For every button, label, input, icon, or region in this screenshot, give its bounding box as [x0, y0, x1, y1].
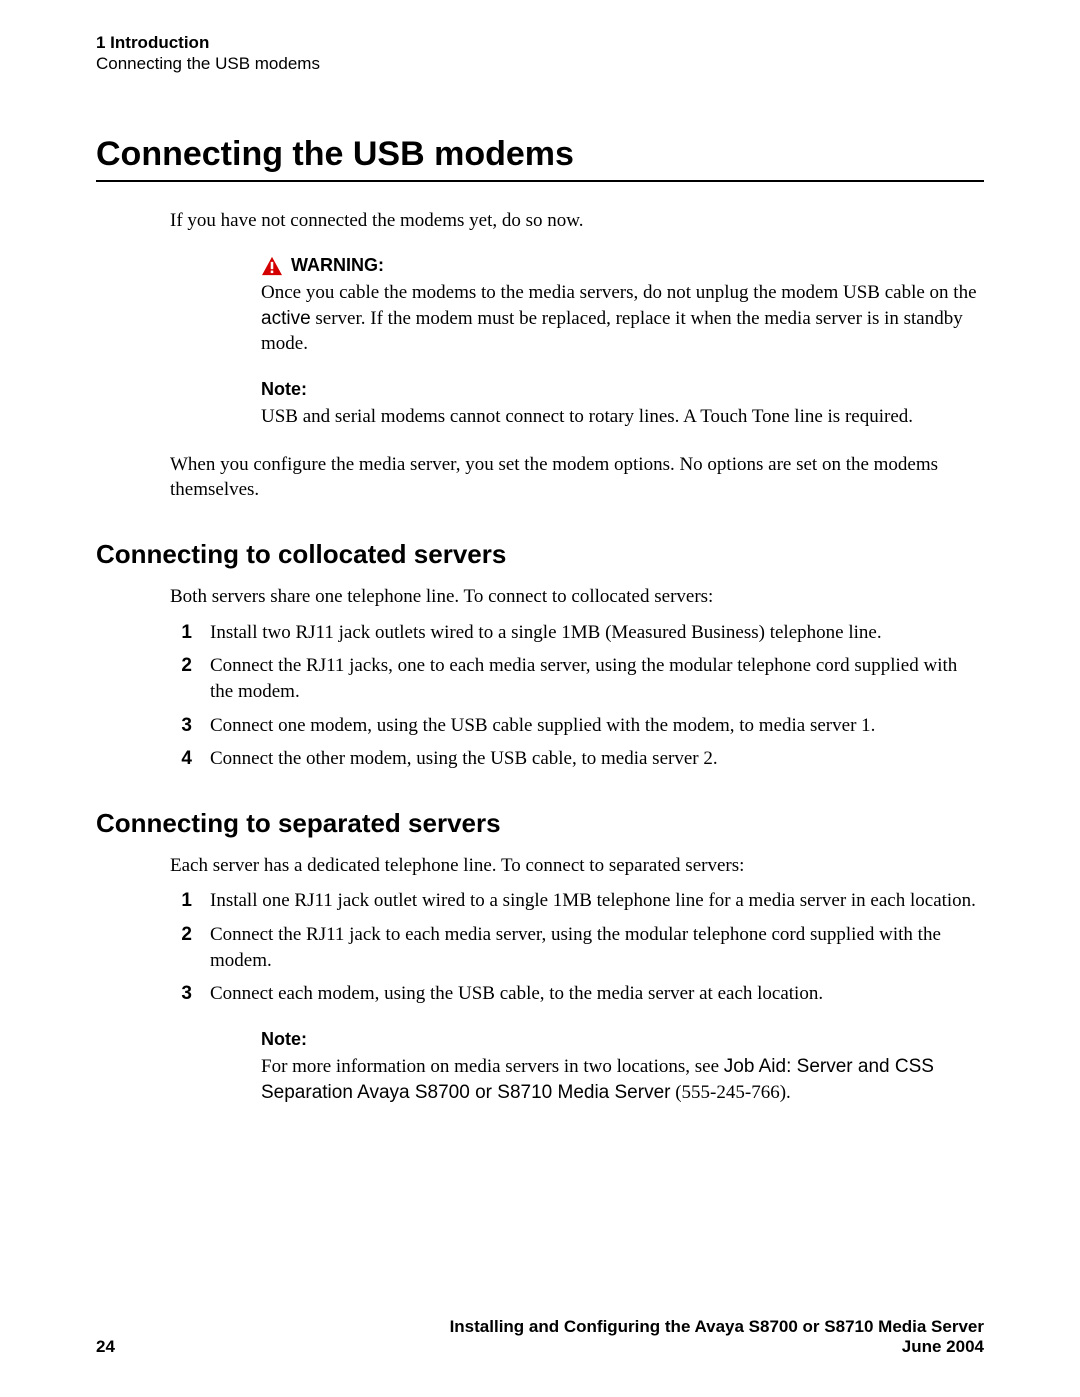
note1-body: USB and serial modems cannot connect to …	[261, 404, 984, 430]
after-paragraph: When you configure the media server, you…	[170, 452, 984, 503]
section2-steps: 1 Install one RJ11 jack outlet wired to a…	[170, 888, 984, 1007]
step-number: 3	[170, 713, 192, 739]
note1-label: Note:	[261, 379, 307, 400]
footer-right: Installing and Configuring the Avaya S87…	[450, 1317, 984, 1357]
step-text: Install two RJ11 jack outlets wired to a…	[210, 620, 882, 646]
note2-callout: Note: For more information on media serv…	[261, 1029, 984, 1105]
list-item: 2 Connect the RJ11 jack to each media ser…	[170, 922, 984, 973]
section2-lead: Each server has a dedicated telephone li…	[170, 853, 984, 879]
warning-callout: WARNING: Once you cable the modems to th…	[261, 255, 984, 357]
note2-body: For more information on media servers in…	[261, 1054, 984, 1105]
step-number: 2	[170, 653, 192, 704]
section1-title: Connecting to collocated servers	[96, 539, 984, 570]
warning-label: WARNING:	[291, 255, 384, 276]
step-text: Connect the RJ11 jack to each media serv…	[210, 922, 984, 973]
note2-label: Note:	[261, 1029, 307, 1050]
step-text: Connect the other modem, using the USB c…	[210, 746, 718, 772]
footer-title: Installing and Configuring the Avaya S87…	[450, 1317, 984, 1337]
step-number: 1	[170, 620, 192, 646]
section1-lead: Both servers share one telephone line. T…	[170, 584, 984, 610]
list-item: 2 Connect the RJ11 jacks, one to each med…	[170, 653, 984, 704]
note2-header: Note:	[261, 1029, 984, 1050]
footer-page-number: 24	[96, 1337, 115, 1357]
warning-body-post: server. If the modem must be replaced, r…	[261, 308, 963, 355]
note1-header: Note:	[261, 379, 984, 400]
note1-callout: Note: USB and serial modems cannot conne…	[261, 379, 984, 430]
intro-paragraph: If you have not connected the modems yet…	[170, 208, 984, 234]
note2-body-post: (555-245-766).	[670, 1082, 790, 1103]
page-footer: 24 Installing and Configuring the Avaya …	[96, 1317, 984, 1357]
list-item: 3 Connect each modem, using the USB cable…	[170, 981, 984, 1007]
warning-triangle-icon	[261, 256, 283, 276]
list-item: 3 Connect one modem, using the USB cable …	[170, 713, 984, 739]
title-rule	[96, 180, 984, 182]
section2-title: Connecting to separated servers	[96, 808, 984, 839]
page: 1 Introduction Connecting the USB modems…	[0, 0, 1080, 1397]
warning-header: WARNING:	[261, 255, 984, 276]
running-header: 1 Introduction Connecting the USB modems	[96, 32, 984, 75]
step-text: Install one RJ11 jack outlet wired to a …	[210, 888, 976, 914]
header-section: Connecting the USB modems	[96, 53, 984, 74]
step-number: 3	[170, 981, 192, 1007]
step-number: 2	[170, 922, 192, 973]
footer-date: June 2004	[450, 1337, 984, 1357]
section1-steps: 1 Install two RJ11 jack outlets wired to …	[170, 620, 984, 772]
page-title: Connecting the USB modems	[96, 135, 984, 174]
step-number: 1	[170, 888, 192, 914]
step-text: Connect one modem, using the USB cable s…	[210, 713, 875, 739]
warning-body: Once you cable the modems to the media s…	[261, 280, 984, 357]
note2-body-pre: For more information on media servers in…	[261, 1056, 724, 1077]
header-chapter: 1 Introduction	[96, 32, 984, 53]
list-item: 1 Install two RJ11 jack outlets wired to …	[170, 620, 984, 646]
list-item: 4 Connect the other modem, using the USB …	[170, 746, 984, 772]
list-item: 1 Install one RJ11 jack outlet wired to a…	[170, 888, 984, 914]
warning-body-pre: Once you cable the modems to the media s…	[261, 282, 977, 303]
step-number: 4	[170, 746, 192, 772]
warning-body-active: active	[261, 308, 311, 329]
step-text: Connect the RJ11 jacks, one to each medi…	[210, 653, 984, 704]
step-text: Connect each modem, using the USB cable,…	[210, 981, 823, 1007]
